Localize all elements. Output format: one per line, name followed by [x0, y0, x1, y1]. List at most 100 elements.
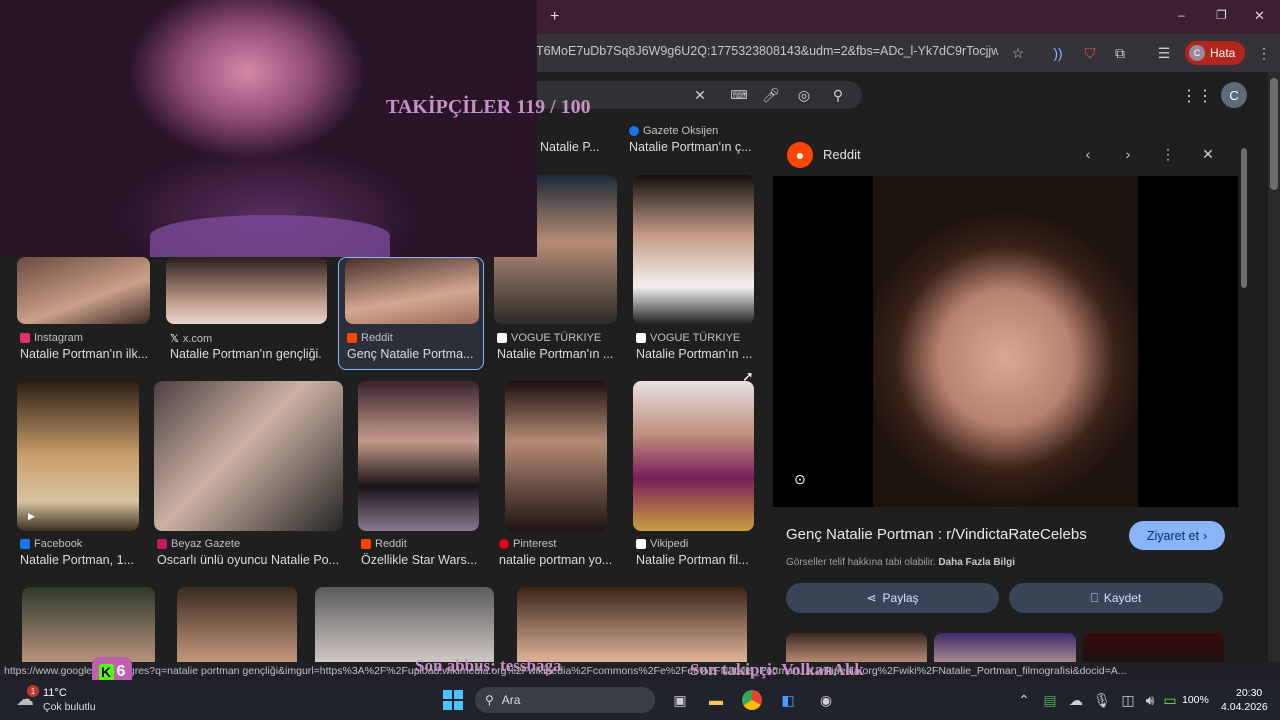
copyright-note: Görseller telif hakkına tabi olabilir. D… — [786, 557, 1015, 568]
panel-scroll-thumb[interactable] — [1241, 148, 1247, 288]
result-thumbnail[interactable] — [517, 587, 747, 662]
maximize-button[interactable]: ❐ — [1216, 8, 1227, 22]
battery-icon[interactable]: ▭ — [1158, 688, 1182, 712]
result-card-selected[interactable]: Reddit Genç Natalie Portma... — [338, 257, 484, 370]
panel-scrollbar[interactable] — [1240, 136, 1248, 662]
related-image[interactable] — [786, 633, 927, 662]
result-thumbnail[interactable] — [177, 587, 297, 662]
network-icon[interactable]: ◫ — [1116, 688, 1140, 712]
result-thumbnail — [505, 381, 607, 531]
clock-time[interactable]: 20:30 — [1236, 687, 1262, 699]
bookmark-star-icon[interactable]: ☆ — [1006, 41, 1030, 65]
webcam-overlay — [0, 0, 537, 257]
source-favicon-icon — [347, 333, 357, 343]
page-scrollbar[interactable] — [1268, 72, 1280, 662]
result-source: Instagram — [20, 332, 83, 344]
share-button[interactable]: ⋖ Paylaş — [786, 583, 999, 613]
result-source: VOGUE TÜRKIYE — [636, 332, 740, 344]
webcam-person — [150, 215, 390, 257]
result-source: Beyaz Gazete — [157, 538, 240, 550]
last-follower-text: Son takipçi: VolkanAkk — [690, 660, 864, 679]
extensions-puzzle-icon[interactable]: ⧉ — [1108, 41, 1132, 65]
next-image-icon[interactable]: › — [1116, 142, 1140, 166]
result-title: Genç Natalie Portma... — [347, 347, 474, 361]
lens-visual-search-icon[interactable]: ⊙ — [788, 467, 812, 491]
clear-search-icon[interactable]: ✕ — [688, 83, 712, 107]
result-thumbnail[interactable] — [22, 587, 155, 662]
result-title: Natalie Portman'ın gençliği. — [170, 347, 322, 361]
result-title: Natalie Portman'ın ilk... — [20, 347, 149, 361]
tray-app-icon[interactable]: ▤ — [1038, 688, 1062, 712]
taskbar-search-box[interactable]: ⚲ Ara — [475, 687, 655, 713]
last-subscriber-text: Son abbus: tessbaga — [415, 656, 562, 675]
task-view-icon[interactable]: ▣ — [668, 688, 692, 712]
file-explorer-icon[interactable]: ▬ — [704, 688, 728, 712]
result-title: Natalie Portman, 1... — [20, 553, 134, 567]
result-title: Özellikle Star Wars... — [361, 553, 478, 567]
result-source: Gazete Oksijen — [629, 125, 718, 137]
windows-start-icon[interactable] — [443, 690, 463, 710]
more-options-icon[interactable]: ⋮ — [1156, 142, 1180, 166]
result-title: natalie portman yo... — [499, 553, 613, 567]
microphone-icon[interactable]: 🎙︎ — [1090, 688, 1114, 712]
source-favicon-icon — [629, 126, 639, 136]
mouse-cursor-icon: ➚ — [742, 368, 754, 384]
keyboard-icon[interactable]: ⌨ — [727, 83, 751, 107]
result-thumbnail[interactable] — [315, 587, 494, 662]
visit-button[interactable]: Ziyaret et › — [1129, 521, 1225, 550]
share-icon: ⋖ — [866, 591, 877, 605]
extension-shield-icon[interactable]: ⛉ — [1078, 41, 1102, 65]
obs-icon[interactable]: ◉ — [814, 688, 838, 712]
weather-temperature[interactable]: 11°C — [43, 687, 67, 699]
new-tab-button[interactable]: + — [550, 8, 559, 26]
result-source: Facebook — [20, 538, 82, 550]
read-aloud-icon[interactable]: )) — [1046, 41, 1070, 65]
apps-grid-icon[interactable]: ⋮⋮ — [1181, 84, 1213, 108]
result-title: Natalie Portman'ın ... — [636, 347, 753, 361]
x-logo-icon: 𝕏 — [170, 333, 179, 345]
result-source: 𝕏x.com — [170, 332, 213, 346]
search-icon[interactable]: ⚲ — [826, 83, 850, 107]
source-favicon-icon — [499, 539, 509, 549]
minimize-button[interactable]: – — [1178, 8, 1185, 22]
result-thumbnail — [633, 175, 754, 324]
close-window-button[interactable]: ✕ — [1254, 8, 1265, 24]
page-scroll-thumb[interactable] — [1270, 78, 1278, 190]
windows-taskbar: ☁ 1 11°C Çok bulutlu ⚲ Ara ▣ ▬ ◧ ◉ ⌃ ▤ ☁ … — [0, 680, 1280, 720]
kick-logo-icon: K — [98, 663, 114, 681]
result-thumbnail — [154, 381, 343, 531]
address-bar[interactable]: T6MoE7uDb7Sq8J6W9g6U2Q:1775323808143&udm… — [536, 44, 998, 62]
result-thumbnail — [358, 381, 479, 531]
source-favicon-icon — [636, 333, 646, 343]
close-panel-icon[interactable]: ✕ — [1196, 142, 1220, 166]
related-image[interactable] — [1083, 633, 1224, 662]
preview-image-frame: ⊙ — [773, 176, 1238, 507]
weather-badge: 1 — [27, 685, 39, 697]
more-info-link[interactable]: Daha Fazla Bilgi — [938, 557, 1015, 568]
weather-description[interactable]: Çok bulutlu — [43, 701, 96, 713]
store-icon[interactable]: ◧ — [776, 688, 800, 712]
kick-badge-count: 6 — [116, 663, 126, 680]
onedrive-icon[interactable]: ☁ — [1064, 688, 1088, 712]
panel-site-name: Reddit — [823, 147, 861, 162]
preview-image[interactable] — [873, 176, 1138, 507]
battery-percent: 100% — [1182, 694, 1209, 706]
lens-search-icon[interactable]: ◎ — [792, 83, 816, 107]
chrome-taskbar-icon[interactable] — [742, 690, 762, 710]
result-source: Reddit — [347, 332, 393, 344]
search-icon: ⚲ — [485, 693, 494, 707]
browser-menu-icon[interactable]: ⋮ — [1252, 41, 1276, 65]
voice-search-icon[interactable]: 🎤︎ — [759, 83, 783, 107]
account-avatar[interactable]: C — [1221, 82, 1247, 108]
profile-avatar: C — [1189, 45, 1205, 61]
source-favicon-icon — [361, 539, 371, 549]
related-image[interactable] — [934, 633, 1076, 662]
result-thumbnail — [17, 257, 150, 324]
profile-error-chip[interactable]: C Hata — [1185, 41, 1245, 65]
source-favicon-icon — [157, 539, 167, 549]
show-hidden-icons-chevron-icon[interactable]: ⌃ — [1012, 688, 1036, 712]
save-button[interactable]: ⎕ Kaydet — [1009, 583, 1223, 613]
media-control-icon[interactable]: ☰ — [1152, 41, 1176, 65]
previous-image-icon[interactable]: ‹ — [1076, 142, 1100, 166]
clock-date[interactable]: 4.04.2026 — [1221, 701, 1268, 713]
